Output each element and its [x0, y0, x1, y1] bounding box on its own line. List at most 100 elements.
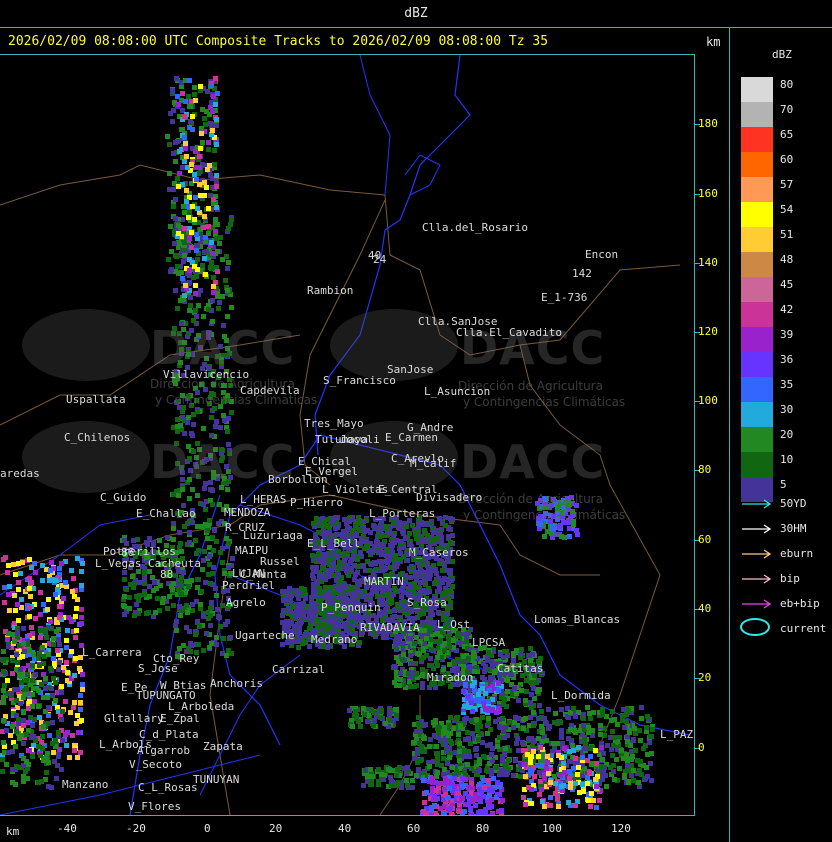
radar-echo-pixel	[206, 147, 211, 152]
window-title: dBZ	[404, 6, 428, 21]
radar-echo-pixel	[418, 729, 423, 734]
radar-echo-pixel	[525, 752, 530, 757]
radar-echo-pixel	[514, 741, 519, 746]
radar-echo-pixel	[464, 635, 469, 640]
radar-echo-pixel	[218, 550, 223, 555]
radar-echo-pixel	[14, 729, 19, 734]
radar-echo-pixel	[542, 534, 547, 539]
radar-echo-pixel	[629, 773, 634, 778]
radar-echo-pixel	[16, 580, 21, 585]
radar-echo-pixel	[21, 626, 26, 631]
radar-echo-pixel	[16, 587, 21, 592]
radar-echo-pixel	[214, 184, 219, 189]
radar-echo-pixel	[201, 558, 206, 563]
radar-echo-pixel	[398, 677, 403, 682]
radar-echo-pixel	[418, 749, 423, 754]
radar-echo-pixel	[415, 572, 420, 577]
radar-echo-pixel	[534, 680, 539, 685]
radar-echo-pixel	[402, 521, 407, 526]
radar-echo-pixel	[521, 726, 526, 731]
radar-echo-pixel	[480, 675, 485, 680]
radar-echo-pixel	[465, 762, 470, 767]
radar-echo-pixel	[213, 102, 218, 107]
radar-echo-pixel	[189, 162, 194, 167]
radar-echo-pixel	[187, 257, 192, 262]
radar-echo-pixel	[409, 670, 414, 675]
radar-echo-pixel	[1, 700, 6, 705]
radar-echo-pixel	[361, 564, 366, 569]
place-label: Perdriel	[222, 579, 275, 592]
radar-echo-pixel	[69, 568, 74, 573]
radar-echo-pixel	[519, 688, 524, 693]
radar-echo-pixel	[530, 652, 535, 657]
radar-echo-pixel	[36, 688, 41, 693]
radar-echo-pixel	[355, 570, 360, 575]
radar-echo-pixel	[393, 643, 398, 648]
radar-echo-pixel	[434, 744, 439, 749]
radar-echo-pixel	[353, 709, 358, 714]
radar-echo-pixel	[516, 767, 521, 772]
radar-echo-pixel	[226, 226, 231, 231]
radar-echo-pixel	[610, 709, 615, 714]
radar-echo-pixel	[192, 264, 197, 269]
radar-echo-pixel	[418, 758, 423, 763]
radar-echo-pixel	[626, 768, 631, 773]
radar-echo-pixel	[418, 639, 423, 644]
radar-echo-pixel	[176, 493, 181, 498]
radar-echo-pixel	[475, 728, 480, 733]
radar-echo-pixel	[203, 272, 208, 277]
radar-echo-pixel	[477, 768, 482, 773]
radar-echo-pixel	[51, 636, 56, 641]
radar-echo-pixel	[407, 531, 412, 536]
radar-echo-pixel	[137, 593, 142, 598]
radar-echo-pixel	[203, 235, 208, 240]
radar-echo-pixel	[408, 653, 413, 658]
radar-echo-pixel	[559, 707, 564, 712]
radar-echo-pixel	[321, 566, 326, 571]
radar-echo-pixel	[175, 94, 180, 99]
radar-echo-pixel	[153, 610, 158, 615]
radar-echo-pixel	[2, 683, 7, 688]
radar-echo-pixel	[210, 535, 215, 540]
radar-echo-pixel	[214, 117, 219, 122]
radar-echo-pixel	[44, 635, 49, 640]
radar-echo-pixel	[423, 814, 428, 815]
radar-echo-pixel	[349, 586, 354, 591]
radar-echo-pixel	[201, 614, 206, 619]
radar-echo-pixel	[368, 767, 373, 772]
radar-echo-pixel	[441, 729, 446, 734]
radar-echo-pixel	[385, 592, 390, 597]
radar-echo-pixel	[73, 656, 78, 661]
radar-echo-pixel	[420, 685, 425, 690]
radar-echo-pixel	[600, 707, 605, 712]
radar-echo-pixel	[431, 720, 436, 725]
radar-echo-pixel	[600, 712, 605, 717]
radar-echo-pixel	[486, 778, 491, 783]
radar-echo-pixel	[21, 774, 26, 779]
radar-echo-pixel	[448, 806, 453, 811]
radar-echo-pixel	[428, 621, 433, 626]
radar-echo-pixel	[490, 746, 495, 751]
radar-echo-pixel	[79, 607, 84, 612]
radar-echo-pixel	[13, 572, 18, 577]
radar-echo-pixel	[37, 715, 42, 720]
radar-echo-pixel	[422, 528, 427, 533]
radar-echo-pixel	[631, 768, 636, 773]
radar-echo-pixel	[352, 591, 357, 596]
radar-echo-pixel	[457, 758, 462, 763]
radar-echo-pixel	[2, 600, 7, 605]
radar-map[interactable]: DACC Dirección de Agricultura y Continge…	[0, 54, 695, 816]
radar-echo-pixel	[1, 688, 6, 693]
radar-echo-pixel	[78, 700, 83, 705]
radar-echo-pixel	[214, 142, 219, 147]
place-label: Gltallary	[104, 712, 164, 725]
radar-echo-pixel	[540, 799, 545, 804]
radar-echo-pixel	[500, 758, 505, 763]
radar-echo-pixel	[157, 538, 162, 543]
radar-echo-pixel	[79, 569, 84, 574]
radar-echo-pixel	[619, 748, 624, 753]
radar-echo-pixel	[372, 544, 377, 549]
radar-echo-pixel	[358, 550, 363, 555]
radar-echo-pixel	[144, 611, 149, 616]
radar-echo-pixel	[505, 689, 510, 694]
